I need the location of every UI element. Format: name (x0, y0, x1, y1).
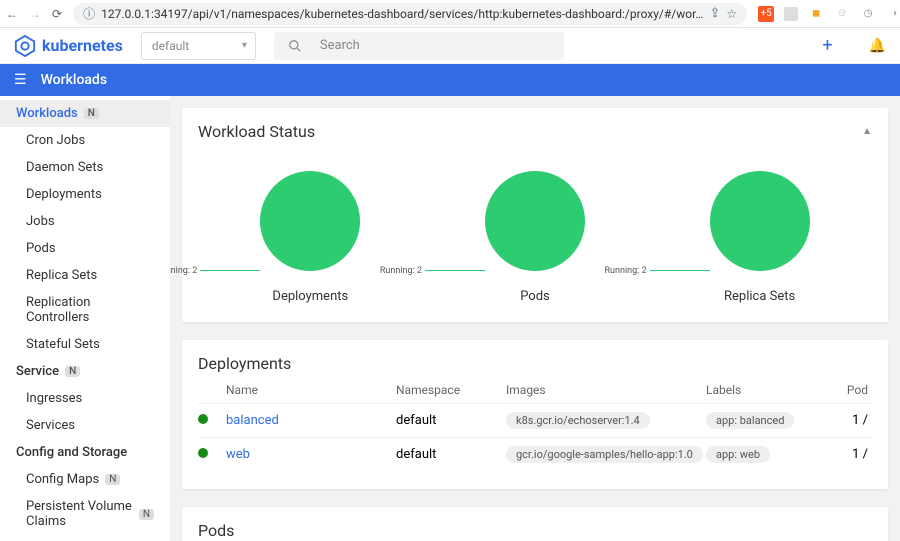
ext-icon[interactable] (784, 7, 798, 21)
collapse-icon[interactable]: ▲ (862, 126, 872, 137)
share-icon[interactable]: ⇪ (709, 6, 720, 21)
ext-icon[interactable]: ◷ (860, 6, 876, 22)
nav-forward-icon[interactable]: → (29, 7, 41, 21)
card-title: Workload Status (198, 122, 315, 141)
sidebar-item[interactable]: Daemon Sets (0, 154, 170, 181)
status-dot-icon (198, 448, 208, 458)
image-chip: gcr.io/google-samples/hello-app:1.0 (506, 446, 703, 463)
nav-back-icon[interactable]: ← (6, 7, 18, 21)
label-chip: app: web (706, 446, 770, 463)
search-icon (288, 39, 302, 53)
ext-icon[interactable]: ◑ (886, 6, 900, 22)
sidebar-item[interactable]: Ingresses (0, 385, 170, 412)
table-row[interactable]: balanced default k8s.gcr.io/echoserver:1… (198, 403, 872, 437)
brand[interactable]: kubernetes (14, 35, 123, 57)
extension-icons: +5 ◼ ⊝ ◷ ◑ ◆ Off u ★ ⋮ (758, 6, 900, 22)
sidebar-item[interactable]: Pods (0, 235, 170, 262)
sidebar-item[interactable]: Replica Sets (0, 262, 170, 289)
deployment-link[interactable]: balanced (226, 413, 396, 428)
namespace-value: default (152, 39, 189, 53)
workload-status-card: Workload Status ▲ Running: 2 Deployments… (182, 108, 888, 322)
ext-badge[interactable]: +5 (758, 6, 774, 22)
deployments-card: Deployments Name Namespace Images Labels… (182, 340, 888, 489)
image-chip: k8s.gcr.io/echoserver:1.4 (506, 412, 650, 429)
info-icon: ⓘ (83, 5, 95, 22)
star-icon[interactable]: ☆ (726, 7, 737, 21)
sidebar-item[interactable]: Config MapsN (0, 466, 170, 493)
search-placeholder: Search (320, 38, 360, 53)
brand-text: kubernetes (42, 36, 123, 55)
table-header: Name Namespace Images Labels Pod (198, 373, 872, 403)
ext-icon[interactable]: ◼ (808, 6, 824, 22)
ext-icon[interactable]: ⊝ (834, 6, 850, 22)
status-chart-replicasets: Running: 2 Replica Sets (710, 171, 810, 304)
sidebar-item[interactable]: Cron Jobs (0, 127, 170, 154)
sidebar-item[interactable]: Persistent Volume ClaimsN (0, 493, 170, 535)
menu-icon[interactable]: ☰ (14, 72, 27, 88)
table-row[interactable]: web default gcr.io/google-samples/hello-… (198, 437, 872, 471)
sidebar-item[interactable]: Stateful Sets (0, 331, 170, 358)
kubernetes-logo-icon (14, 35, 36, 57)
sidebar: Workloads N Cron Jobs Daemon Sets Deploy… (0, 96, 170, 541)
sidebar-section-service[interactable]: Service N (0, 358, 170, 385)
card-title: Deployments (198, 354, 291, 373)
label-chip: app: balanced (706, 412, 794, 429)
sidebar-item[interactable]: Services (0, 412, 170, 439)
nav-reload-icon[interactable]: ⟳ (52, 7, 62, 21)
deployment-link[interactable]: web (226, 447, 396, 462)
search-input[interactable]: Search (274, 32, 564, 60)
create-button[interactable]: + (822, 35, 832, 56)
browser-chrome: ← → ⟳ ⓘ 127.0.0.1:34197/api/v1/namespace… (0, 0, 900, 28)
sidebar-item[interactable]: Jobs (0, 208, 170, 235)
status-chart-deployments: Running: 2 Deployments (260, 171, 360, 304)
card-title: Pods (198, 521, 234, 540)
pods-card: Pods (182, 507, 888, 541)
sidebar-item-workloads[interactable]: Workloads N (0, 100, 170, 127)
status-dot-icon (198, 414, 208, 424)
app-header: kubernetes default Search + 🔔 (0, 28, 900, 64)
url-text: 127.0.0.1:34197/api/v1/namespaces/kubern… (101, 7, 703, 21)
sidebar-item[interactable]: Deployments (0, 181, 170, 208)
url-bar[interactable]: ⓘ 127.0.0.1:34197/api/v1/namespaces/kube… (73, 3, 747, 25)
page-toolbar: ☰ Workloads (0, 64, 900, 96)
notifications-icon[interactable]: 🔔 (869, 38, 886, 54)
main-content: Workload Status ▲ Running: 2 Deployments… (170, 96, 900, 541)
sidebar-item[interactable]: Replication Controllers (0, 289, 170, 331)
namespace-select[interactable]: default (141, 32, 256, 60)
status-chart-pods: Running: 2 Pods (485, 171, 585, 304)
page-title: Workloads (41, 72, 107, 88)
sidebar-section-config[interactable]: Config and Storage (0, 439, 170, 466)
sidebar-item[interactable]: SecretsN (0, 535, 170, 541)
